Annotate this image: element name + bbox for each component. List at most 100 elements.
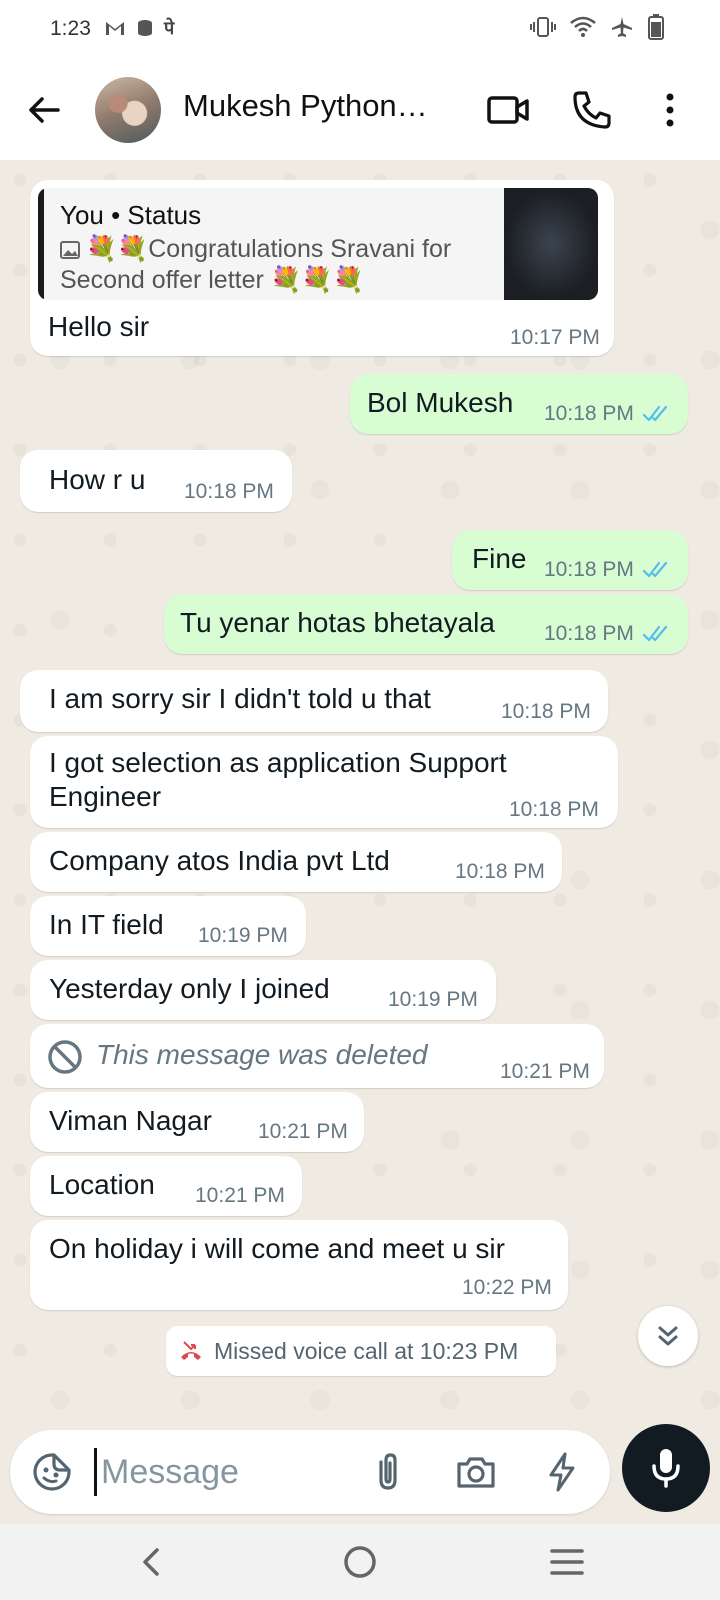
- message-time: 10:18 PM: [544, 558, 634, 581]
- quote-bar: [38, 188, 44, 300]
- message-text: Viman Nagar: [49, 1105, 212, 1136]
- camera-icon: [457, 1457, 495, 1488]
- composer: [10, 1430, 610, 1514]
- deleted-message-text: This message was deleted: [96, 1039, 428, 1070]
- message-time: 10:19 PM: [388, 988, 478, 1011]
- double-chevron-down-icon: [658, 1326, 678, 1346]
- message-time: 10:21 PM: [195, 1184, 285, 1207]
- message-text: On holiday i will come and meet u sir: [49, 1233, 505, 1264]
- read-ticks-icon: [642, 625, 668, 642]
- nav-home-button[interactable]: [340, 1542, 380, 1582]
- image-icon: [60, 240, 80, 260]
- message-bubble[interactable]: Location 10:21 PM: [30, 1156, 302, 1216]
- message-text-line2: Engineer: [49, 781, 162, 812]
- airplane-icon: [610, 15, 634, 39]
- message-bubble[interactable]: Viman Nagar 10:21 PM: [30, 1092, 364, 1152]
- message-time: 10:22 PM: [462, 1276, 552, 1299]
- nav-recents-button[interactable]: [547, 1542, 587, 1582]
- message-bubble[interactable]: On holiday i will come and meet u sir 10…: [30, 1220, 568, 1310]
- message-bubble[interactable]: Yesterday only I joined 10:19 PM: [30, 960, 496, 1020]
- vibrate-icon: [530, 15, 556, 39]
- voice-call-button[interactable]: [570, 88, 614, 132]
- video-call-button[interactable]: [486, 88, 530, 132]
- message-bubble[interactable]: In IT field 10:19 PM: [30, 896, 306, 956]
- message-input[interactable]: [94, 1448, 284, 1496]
- back-arrow-icon: [29, 97, 60, 123]
- message-text: Fine: [472, 543, 527, 574]
- message-text-line1: I got selection as application Support: [49, 747, 507, 778]
- sticker-button[interactable]: [30, 1450, 74, 1494]
- video-call-icon: [487, 96, 529, 124]
- storage-icon: [136, 19, 154, 37]
- message-time: 10:18 PM: [544, 402, 634, 425]
- message-text: Tu yenar hotas bhetayala: [180, 607, 495, 638]
- more-options-icon: [666, 93, 674, 127]
- camera-button[interactable]: [454, 1450, 498, 1494]
- message-time: 10:21 PM: [500, 1060, 590, 1083]
- hindi-letter-icon: पे: [164, 18, 175, 38]
- message-text: Hello sir: [48, 311, 150, 342]
- battery-icon: [648, 14, 664, 40]
- read-ticks-icon: [642, 405, 668, 422]
- message-time: 10:18 PM: [501, 700, 591, 723]
- nav-recents-icon: [550, 1549, 584, 1575]
- message-time: 10:19 PM: [198, 924, 288, 947]
- nav-back-button[interactable]: [132, 1542, 172, 1582]
- message-time: 10:21 PM: [258, 1120, 348, 1143]
- missed-call-text: Missed voice call at 10:23 PM: [214, 1338, 519, 1364]
- message-time: 10:18 PM: [544, 622, 634, 645]
- message-bubble[interactable]: How r u 10:18 PM: [20, 450, 292, 512]
- status-thumbnail: [504, 188, 598, 300]
- message-bubble[interactable]: I got selection as application Support E…: [30, 736, 618, 828]
- message-text: In IT field: [49, 909, 164, 940]
- quote-title: You • Status: [60, 200, 202, 230]
- sticker-icon: [33, 1453, 71, 1491]
- message-bubble-deleted[interactable]: This message was deleted 10:21 PM: [30, 1024, 604, 1088]
- message-text: How r u: [49, 464, 146, 495]
- lightning-icon: [549, 1452, 575, 1492]
- quick-reply-button[interactable]: [540, 1450, 584, 1494]
- status-bar: 1:23 पे: [0, 0, 720, 60]
- message-bubble[interactable]: You • Status 💐💐Congratulations Sravani f…: [30, 180, 614, 356]
- blocked-icon: [48, 1040, 82, 1074]
- attach-icon: [379, 1453, 397, 1490]
- chat-header: Mukesh Python…: [0, 60, 720, 160]
- message-text: Yesterday only I joined: [49, 973, 330, 1004]
- message-text: Location: [49, 1169, 155, 1200]
- nav-back-icon: [143, 1548, 159, 1576]
- chat-area[interactable]: You • Status 💐💐Congratulations Sravani f…: [0, 160, 720, 1424]
- voice-call-icon: [573, 91, 611, 129]
- contact-name[interactable]: Mukesh Python…: [183, 88, 451, 124]
- navigation-bar: [0, 1524, 720, 1600]
- avatar[interactable]: [95, 77, 161, 143]
- message-text: Company atos India pvt Ltd: [49, 845, 390, 876]
- status-system-icons: [530, 14, 664, 40]
- message-time: 10:17 PM: [510, 326, 600, 349]
- scroll-to-bottom-button[interactable]: [638, 1306, 698, 1366]
- quoted-status[interactable]: You • Status 💐💐Congratulations Sravani f…: [38, 188, 598, 300]
- message-bubble[interactable]: Fine 10:18 PM: [452, 530, 688, 590]
- missed-call-notice[interactable]: Missed voice call at 10:23 PM: [166, 1326, 556, 1376]
- more-options-button[interactable]: [648, 88, 692, 132]
- back-button[interactable]: [24, 90, 64, 130]
- status-time: 1:23: [50, 17, 91, 40]
- message-bubble[interactable]: I am sorry sir I didn't told u that 10:1…: [20, 670, 608, 732]
- nav-home-icon: [344, 1546, 376, 1578]
- missed-call-icon: [181, 1341, 201, 1360]
- quote-body: 💐💐Congratulations Sravani for Second off…: [60, 234, 500, 296]
- voice-record-button[interactable]: [622, 1424, 710, 1512]
- message-bubble[interactable]: Company atos India pvt Ltd 10:18 PM: [30, 832, 562, 892]
- message-time: 10:18 PM: [184, 480, 274, 503]
- attach-button[interactable]: [366, 1450, 410, 1494]
- gmail-icon: [104, 19, 126, 37]
- message-text: I am sorry sir I didn't told u that: [49, 683, 431, 714]
- quote-body-text: 💐💐Congratulations Sravani for Second off…: [60, 235, 452, 294]
- message-bubble[interactable]: Bol Mukesh 10:18 PM: [350, 374, 688, 434]
- wifi-icon: [570, 16, 596, 38]
- message-text: Bol Mukesh: [367, 387, 514, 418]
- message-bubble[interactable]: Tu yenar hotas bhetayala 10:18 PM: [164, 594, 688, 654]
- read-ticks-icon: [642, 561, 668, 578]
- message-time: 10:18 PM: [509, 798, 599, 821]
- mic-icon: [652, 1449, 680, 1488]
- status-notification-icons: पे: [104, 16, 174, 40]
